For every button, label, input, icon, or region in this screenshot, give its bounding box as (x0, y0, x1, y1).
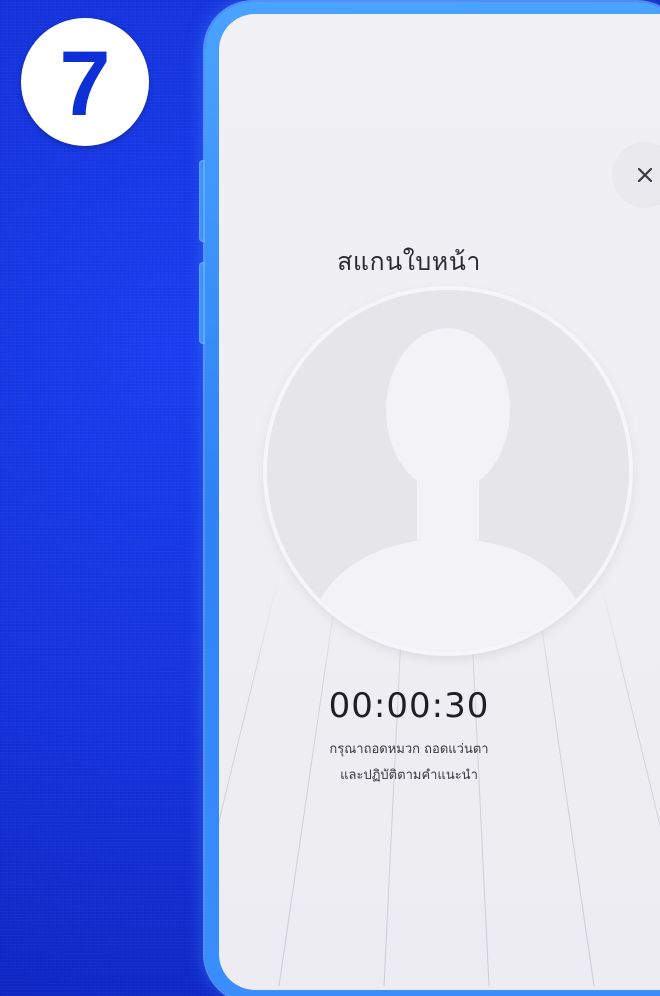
person-silhouette-icon (307, 328, 589, 652)
face-capture-frame (267, 290, 629, 652)
step-number: 7 (59, 33, 111, 135)
page-title: สแกนใบหน้า (337, 247, 481, 276)
step-badge: 7 (21, 18, 149, 146)
phone-frame: สแกนใบหน้า 00:00:30 กรุณาถอดหมวก ถอดแว่น… (205, 2, 660, 996)
countdown-timer: 00:00:30 (328, 686, 490, 726)
close-icon (637, 167, 653, 183)
instruction-line-1: กรุณาถอดหมวก ถอดแว่นตา (329, 742, 489, 757)
face-scan-screen: สแกนใบหน้า 00:00:30 กรุณาถอดหมวก ถอดแว่น… (219, 14, 660, 990)
instruction-line-2: และปฏิบัติตามคำแนะนำ (340, 768, 478, 783)
